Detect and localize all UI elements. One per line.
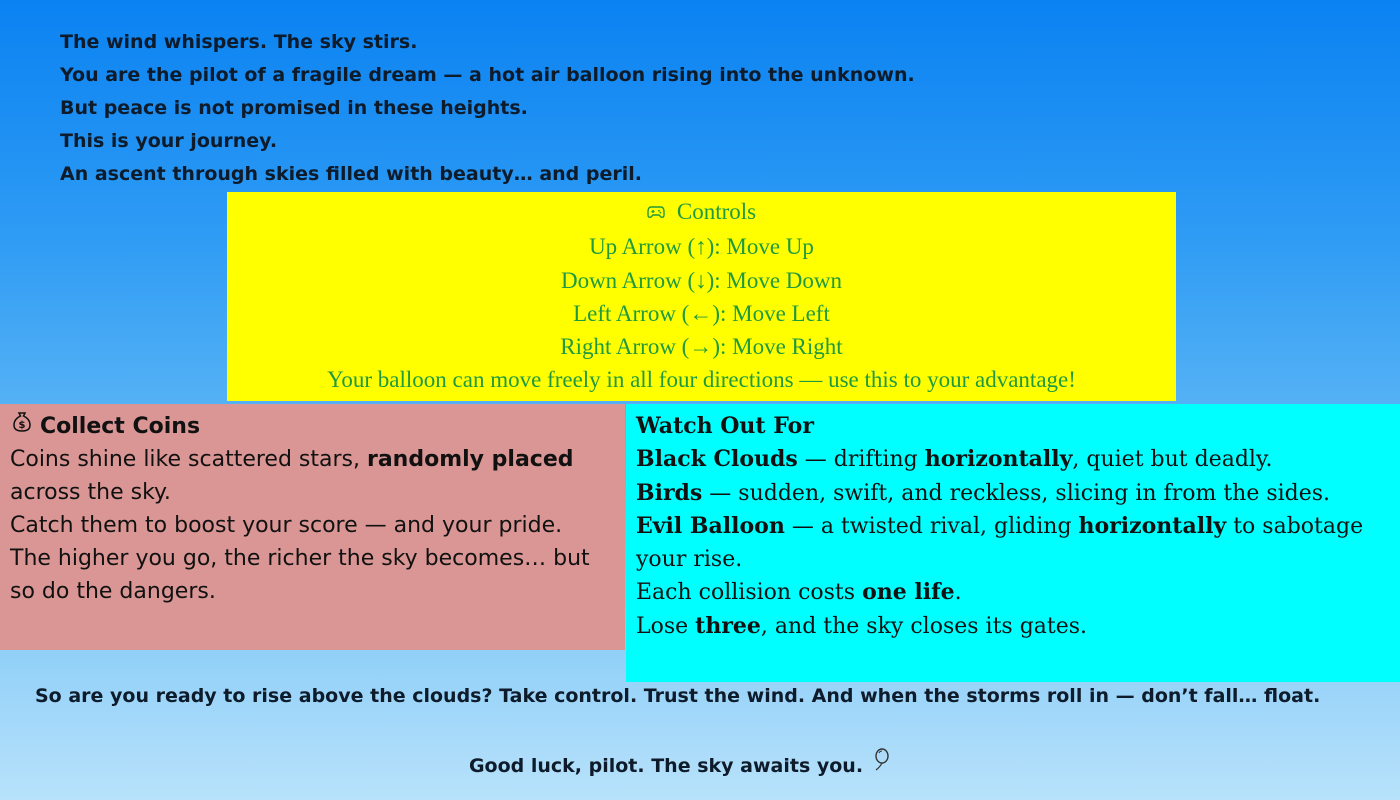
intro-line: But peace is not promised in these heigh… [60,97,528,119]
outro-text: So are you ready to rise above the cloud… [35,685,1321,707]
control-right: Right Arrow (→): Move Right [560,334,843,360]
controls-note: Your balloon can move freely in all four… [327,367,1076,393]
hazard-text: — sudden, swift, and reckless, slicing i… [702,480,1331,506]
hazard-birds: Birds — sudden, swift, and reckless, sli… [636,477,1390,510]
hazard-black-clouds: Black Clouds — drifting horizontally, qu… [636,443,1390,476]
coins-paragraph-3: The higher you go, the richer the sky be… [10,546,590,604]
hazard-name: Evil Balloon [636,512,785,539]
hazard-evil-balloon: Evil Balloon — a twisted rival, gliding … [636,510,1390,577]
intro-line: An ascent through skies filled with beau… [60,163,642,185]
watch-title: Watch Out For [636,413,814,439]
hazard-text: — a twisted rival, gliding [784,513,1079,539]
balloon-icon [871,748,891,783]
gamepad-icon [647,197,665,230]
rule-emphasis: three [695,612,761,639]
rule-text: , and the sky closes its gates. [760,613,1088,639]
hazard-emphasis: horizontally [924,446,1073,473]
rule-text: Lose [636,613,696,639]
collect-coins-panel: $ Collect Coins Coins shine like scatter… [0,404,625,650]
hazard-text: , quiet but deadly. [1072,447,1273,473]
coins-text: Coins shine like scattered stars, [10,447,367,472]
coins-title: Collect Coins [40,414,201,439]
coins-heading: $ Collect Coins [10,410,615,443]
coins-text: across the sky. [10,480,171,505]
hazard-name: Black Clouds [636,446,798,473]
intro-line: The wind whispers. The sky stirs. [60,31,418,53]
hazard-name: Birds [636,479,703,506]
rule-emphasis: one life [862,579,955,606]
hazard-emphasis: horizontally [1078,512,1227,539]
svg-text:$: $ [19,420,26,431]
rule-text: Each collision costs [636,580,863,606]
farewell-line: Good luck, pilot. The sky awaits you. [0,748,1360,783]
intro-text: The wind whispers. The sky stirs. You ar… [60,26,1260,191]
rule-text: . [954,580,962,606]
coins-paragraph-2: Catch them to boost your score — and you… [10,513,563,538]
control-up: Up Arrow (↑): Move Up [589,234,814,260]
controls-panel: Controls Up Arrow (↑): Move Up Down Arro… [227,192,1176,401]
control-left: Left Arrow (←): Move Left [573,300,830,326]
life-rule: Each collision costs one life. [636,576,1390,609]
controls-title: Controls [676,199,757,224]
lose-rule: Lose three, and the sky closes its gates… [636,610,1390,643]
control-down: Down Arrow (↓): Move Down [560,267,843,293]
coins-emphasis: randomly placed [366,447,574,472]
coins-paragraph-1: Coins shine like scattered stars, random… [10,443,615,509]
intro-line: You are the pilot of a fragile dream — a… [60,64,915,86]
watch-out-panel: Watch Out For Black Clouds — drifting ho… [626,404,1400,682]
money-bag-icon: $ [10,410,34,443]
farewell-text: Good luck, pilot. The sky awaits you. [468,755,864,777]
hazard-text: — drifting [797,447,925,473]
controls-heading: Controls [227,195,1176,230]
intro-line: This is your journey. [60,130,278,152]
